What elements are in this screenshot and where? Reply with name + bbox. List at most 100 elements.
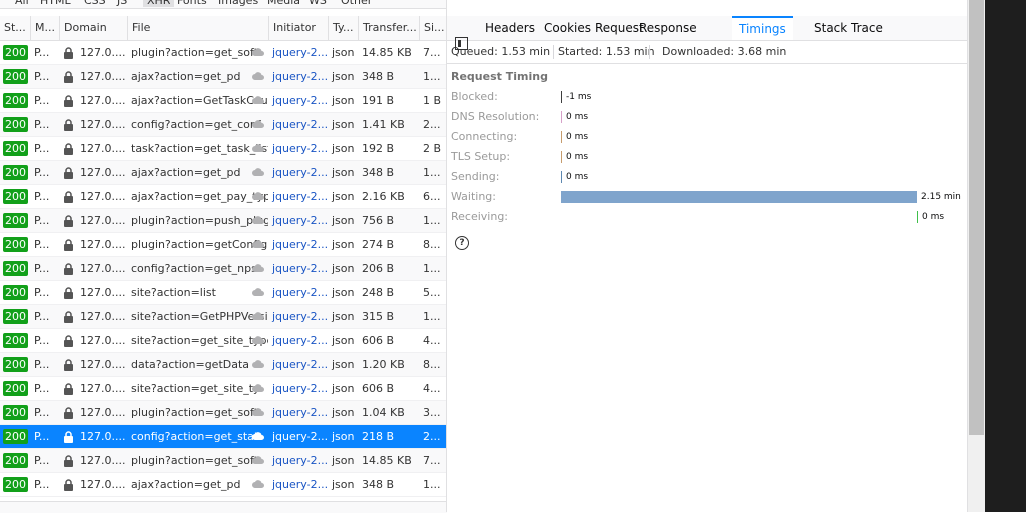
column-header-7[interactable]: Si... (419, 16, 447, 40)
size-cell: 1... (423, 478, 441, 491)
initiator-cell: jquery-2... (268, 281, 328, 305)
table-row[interactable]: 200 P... 127.0.... plugin?action=get_soft jq… (0, 449, 446, 473)
file-cell: plugin?action=push_plugin (127, 209, 268, 233)
table-row[interactable]: 200 P... 127.0.... config?action=get_conf jq… (0, 113, 446, 137)
column-header-5[interactable]: Ty... (328, 16, 358, 40)
initiator-link[interactable]: jquery-2... (272, 166, 328, 179)
status-badge: 200 (3, 117, 28, 132)
vertical-scrollbar[interactable] (967, 0, 986, 512)
file-cell: ajax?action=get_pay_type (127, 185, 268, 209)
initiator-link[interactable]: jquery-2... (272, 46, 328, 59)
initiator-link[interactable]: jquery-2... (272, 286, 328, 299)
initiator-link[interactable]: jquery-2... (272, 430, 328, 443)
request-details-panel: Headers Cookies Request Response Timings Stac… (447, 0, 967, 512)
filter-media[interactable]: Media (267, 0, 300, 7)
initiator-link[interactable]: jquery-2... (272, 358, 328, 371)
throttle-icon (252, 336, 264, 344)
initiator-link[interactable]: jquery-2... (272, 262, 328, 275)
status-cell: 200 (0, 281, 30, 305)
initiator-link[interactable]: jquery-2... (272, 190, 328, 203)
file-text: site?action=GetPHPVersion (131, 310, 268, 323)
table-row[interactable]: 200 P... 127.0.... plugin?action=get_soft jq… (0, 401, 446, 425)
filter-html[interactable]: HTML (40, 0, 71, 7)
table-row[interactable]: 200 P... 127.0.... plugin?action=getConfigH… (0, 233, 446, 257)
table-row[interactable]: 200 P... 127.0.... site?action=get_site_ty j… (0, 377, 446, 401)
filter-ws[interactable]: WS (309, 0, 327, 7)
type-cell: json (332, 262, 355, 275)
column-header-3[interactable]: File (127, 16, 268, 40)
initiator-link[interactable]: jquery-2... (272, 406, 328, 419)
table-row[interactable]: 200 P... 127.0.... ajax?action=get_pd jquery… (0, 65, 446, 89)
initiator-link[interactable]: jquery-2... (272, 454, 328, 467)
timing-value: 0 ms (566, 172, 589, 182)
table-row[interactable]: 200 P... 127.0.... plugin?action=push_plugi… (0, 209, 446, 233)
domain-cell: 127.0.... (59, 233, 127, 257)
file-cell: site?action=list (127, 281, 268, 305)
tab-response[interactable]: Response (632, 16, 704, 40)
initiator-link[interactable]: jquery-2... (272, 310, 328, 323)
lock-icon (64, 95, 73, 107)
filter-css[interactable]: CSS (84, 0, 106, 7)
lock-icon (64, 215, 73, 227)
timing-summary: Queued: 1.53 min Started: 1.53 min Downl… (447, 41, 967, 64)
status-badge: 200 (3, 309, 28, 324)
column-header-4[interactable]: Initiator (268, 16, 328, 40)
timing-row: Connecting: 0 ms (447, 127, 967, 147)
tab-timings[interactable]: Timings (732, 16, 793, 40)
initiator-link[interactable]: jquery-2... (272, 478, 328, 491)
initiator-link[interactable]: jquery-2... (272, 382, 328, 395)
initiator-link[interactable]: jquery-2... (272, 334, 328, 347)
filter-images[interactable]: Images (218, 0, 258, 7)
status-cell: 200 (0, 329, 30, 353)
column-header-0[interactable]: St... (0, 16, 30, 40)
transferred-cell: 348 B (362, 166, 395, 179)
timing-label: Receiving: (451, 210, 509, 223)
initiator-link[interactable]: jquery-2... (272, 238, 328, 251)
table-row[interactable]: 200 P... 127.0.... ajax?action=get_pay_type… (0, 185, 446, 209)
table-row[interactable]: 200 P... 127.0.... ajax?action=get_pd jquery… (0, 161, 446, 185)
type-cell: json (332, 70, 355, 83)
initiator-link[interactable]: jquery-2... (272, 142, 328, 155)
status-cell: 200 (0, 65, 30, 89)
timing-value: 0 ms (922, 212, 945, 222)
status-badge: 200 (3, 261, 28, 276)
lock-icon (64, 359, 73, 371)
filter-js[interactable]: JS (117, 0, 127, 7)
filter-other[interactable]: Other (341, 0, 372, 7)
table-row[interactable]: 200 P... 127.0.... task?action=get_task_lis… (0, 137, 446, 161)
filter-xhr[interactable]: XHR (143, 0, 175, 7)
throttle-icon (252, 192, 264, 200)
timing-value: -1 ms (566, 92, 592, 102)
status-cell: 200 (0, 89, 30, 113)
status-badge: 200 (3, 165, 28, 180)
column-header-6[interactable]: Transfer... (358, 16, 419, 40)
filter-fonts[interactable]: Fonts (177, 0, 207, 7)
table-row[interactable]: 200 P... 127.0.... config?action=get_nps jqu… (0, 257, 446, 281)
tab-stack-trace[interactable]: Stack Trace (807, 16, 890, 40)
table-row[interactable]: 200 P... 127.0.... ajax?action=GetTaskCount… (0, 89, 446, 113)
table-row[interactable]: 200 P... 127.0.... ajax?action=get_pd jquery… (0, 473, 446, 497)
help-icon[interactable]: ? (455, 236, 469, 250)
initiator-link[interactable]: jquery-2... (272, 214, 328, 227)
table-row[interactable]: 200 P... 127.0.... site?action=GetPHPVersio… (0, 305, 446, 329)
initiator-link[interactable]: jquery-2... (272, 118, 328, 131)
table-row[interactable]: 200 P... 127.0.... site?action=list jquery-2… (0, 281, 446, 305)
table-row[interactable]: 200 P... 127.0.... data?action=getData jquer… (0, 353, 446, 377)
scrollbar-thumb[interactable] (969, 0, 984, 435)
column-header-1[interactable]: M... (30, 16, 59, 40)
size-cell: 4... (423, 334, 441, 347)
tab-headers[interactable]: Headers (478, 16, 542, 40)
table-row[interactable]: 200 P... 127.0.... plugin?action=get_soft jq… (0, 41, 446, 65)
initiator-cell: jquery-2... (268, 65, 328, 89)
initiator-link[interactable]: jquery-2... (272, 94, 328, 107)
initiator-link[interactable]: jquery-2... (272, 70, 328, 83)
filter-all[interactable]: All (15, 0, 29, 7)
table-row[interactable]: 200 P... 127.0.... config?action=get_stat jq… (0, 425, 446, 449)
timing-bar (561, 171, 562, 183)
transferred-cell: 606 B (362, 334, 395, 347)
table-row[interactable]: 200 P... 127.0.... site?action=get_site_typ… (0, 329, 446, 353)
size-cell: 6... (423, 190, 441, 203)
domain-text: 127.0.... (80, 214, 126, 227)
size-cell: 8... (423, 358, 441, 371)
column-header-2[interactable]: Domain (59, 16, 127, 40)
